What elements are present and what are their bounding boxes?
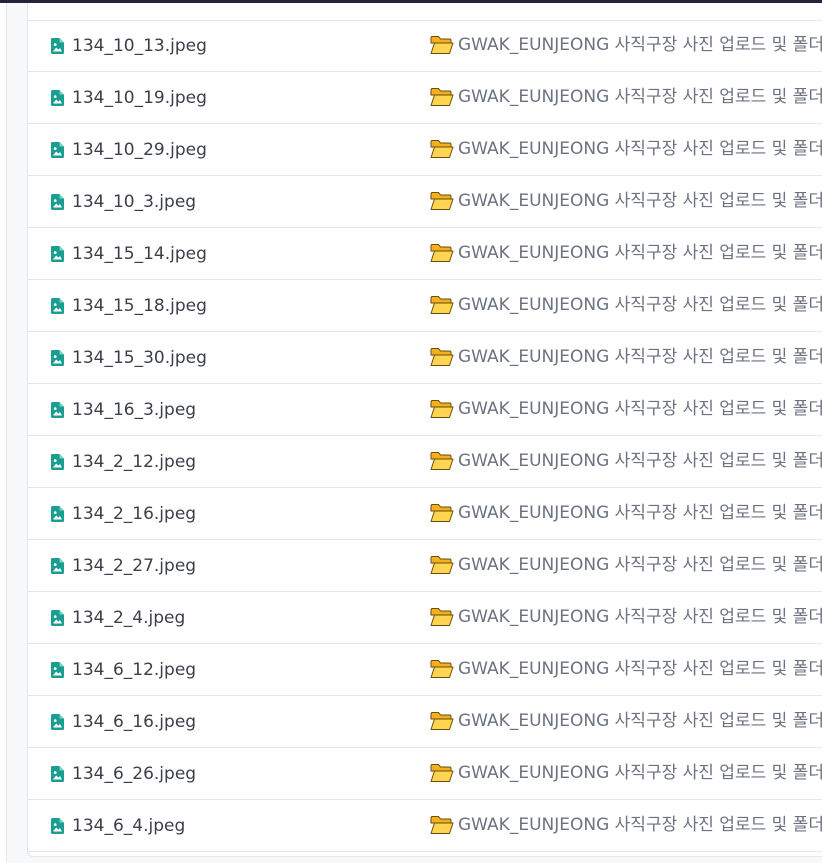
file-row[interactable]: 134_6_4.jpeg GWAK_EUNJEONG 사직구장 사진 업로드 및… bbox=[28, 801, 822, 852]
open-folder-icon bbox=[430, 243, 454, 263]
folder-path-text: GWAK_EUNJEONG 사직구장 사진 업로드 및 폴더 bbox=[458, 503, 822, 523]
folder-path-text: GWAK_EUNJEONG 사직구장 사진 업로드 및 폴더 bbox=[458, 607, 822, 627]
open-folder-icon bbox=[430, 347, 454, 367]
file-row[interactable]: 134_10_3.jpeg GWAK_EUNJEONG 사직구장 사진 업로드 … bbox=[28, 177, 822, 228]
file-row[interactable]: 134_10_13.jpeg GWAK_EUNJEONG 사직구장 사진 업로드… bbox=[28, 21, 822, 72]
file-row[interactable]: 134_15_14.jpeg GWAK_EUNJEONG 사직구장 사진 업로드… bbox=[28, 229, 822, 280]
folder-path-text: GWAK_EUNJEONG 사직구장 사진 업로드 및 폴더 bbox=[458, 347, 822, 367]
open-folder-icon bbox=[430, 815, 454, 835]
image-file-icon bbox=[51, 610, 64, 626]
image-file-icon bbox=[51, 766, 64, 782]
open-folder-icon bbox=[430, 607, 454, 627]
open-folder-icon bbox=[430, 35, 454, 55]
folder-path-text: GWAK_EUNJEONG 사직구장 사진 업로드 및 폴더 bbox=[458, 191, 822, 211]
file-name-link[interactable]: 134_6_12.jpeg bbox=[72, 659, 196, 681]
file-name-link[interactable]: 134_15_18.jpeg bbox=[72, 295, 207, 317]
file-name-link[interactable]: 134_2_12.jpeg bbox=[72, 451, 196, 473]
folder-location[interactable]: GWAK_EUNJEONG 사직구장 사진 업로드 및 폴더 bbox=[430, 138, 822, 160]
file-row[interactable]: 134_6_26.jpeg GWAK_EUNJEONG 사직구장 사진 업로드 … bbox=[28, 749, 822, 800]
folder-path-text: GWAK_EUNJEONG 사직구장 사진 업로드 및 폴더 bbox=[458, 711, 822, 731]
folder-path-text: GWAK_EUNJEONG 사직구장 사진 업로드 및 폴더 bbox=[458, 87, 822, 107]
folder-path-text: GWAK_EUNJEONG 사직구장 사진 업로드 및 폴더 bbox=[458, 451, 822, 471]
file-row[interactable]: 134_16_3.jpeg GWAK_EUNJEONG 사직구장 사진 업로드 … bbox=[28, 385, 822, 436]
file-row[interactable]: 134_6_12.jpeg GWAK_EUNJEONG 사직구장 사진 업로드 … bbox=[28, 645, 822, 696]
file-name-link[interactable]: 134_10_29.jpeg bbox=[72, 139, 207, 161]
image-file-icon bbox=[51, 246, 64, 262]
folder-path-text: GWAK_EUNJEONG 사직구장 사진 업로드 및 폴더 bbox=[458, 399, 822, 419]
image-file-icon bbox=[51, 558, 64, 574]
folder-location[interactable]: GWAK_EUNJEONG 사직구장 사진 업로드 및 폴더 bbox=[430, 606, 822, 628]
file-row[interactable]: 134_10_29.jpeg GWAK_EUNJEONG 사직구장 사진 업로드… bbox=[28, 125, 822, 176]
file-name-link[interactable]: 134_16_3.jpeg bbox=[72, 399, 196, 421]
folder-location[interactable]: GWAK_EUNJEONG 사직구장 사진 업로드 및 폴더 bbox=[430, 398, 822, 420]
image-file-icon bbox=[51, 38, 64, 54]
file-list-table: 134_10_13.jpeg GWAK_EUNJEONG 사직구장 사진 업로드… bbox=[27, 3, 822, 857]
file-name-link[interactable]: 134_6_26.jpeg bbox=[72, 763, 196, 785]
file-name-link[interactable]: 134_6_16.jpeg bbox=[72, 711, 196, 733]
folder-location[interactable]: GWAK_EUNJEONG 사직구장 사진 업로드 및 폴더 bbox=[430, 450, 822, 472]
open-folder-icon bbox=[430, 503, 454, 523]
image-file-icon bbox=[51, 454, 64, 470]
folder-location[interactable]: GWAK_EUNJEONG 사직구장 사진 업로드 및 폴더 bbox=[430, 762, 822, 784]
open-folder-icon bbox=[430, 451, 454, 471]
file-row[interactable]: 134_2_4.jpeg GWAK_EUNJEONG 사직구장 사진 업로드 및… bbox=[28, 593, 822, 644]
folder-location[interactable]: GWAK_EUNJEONG 사직구장 사진 업로드 및 폴더 bbox=[430, 34, 822, 56]
folder-location[interactable]: GWAK_EUNJEONG 사직구장 사진 업로드 및 폴더 bbox=[430, 294, 822, 316]
image-file-icon bbox=[51, 90, 64, 106]
left-sidebar-edge bbox=[0, 3, 7, 863]
folder-path-text: GWAK_EUNJEONG 사직구장 사진 업로드 및 폴더 bbox=[458, 139, 822, 159]
image-file-icon bbox=[51, 194, 64, 210]
file-row[interactable]: 134_2_16.jpeg GWAK_EUNJEONG 사직구장 사진 업로드 … bbox=[28, 489, 822, 540]
folder-location[interactable]: GWAK_EUNJEONG 사직구장 사진 업로드 및 폴더 bbox=[430, 346, 822, 368]
image-file-icon bbox=[51, 662, 64, 678]
file-name-link[interactable]: 134_10_3.jpeg bbox=[72, 191, 196, 213]
folder-path-text: GWAK_EUNJEONG 사직구장 사진 업로드 및 폴더 bbox=[458, 555, 822, 575]
open-folder-icon bbox=[430, 87, 454, 107]
folder-path-text: GWAK_EUNJEONG 사직구장 사진 업로드 및 폴더 bbox=[458, 763, 822, 783]
folder-path-text: GWAK_EUNJEONG 사직구장 사진 업로드 및 폴더 bbox=[458, 243, 822, 263]
folder-location[interactable]: GWAK_EUNJEONG 사직구장 사진 업로드 및 폴더 bbox=[430, 502, 822, 524]
file-name-link[interactable]: 134_2_16.jpeg bbox=[72, 503, 196, 525]
file-name-link[interactable]: 134_15_14.jpeg bbox=[72, 243, 207, 265]
file-name-link[interactable]: 134_2_27.jpeg bbox=[72, 555, 196, 577]
folder-location[interactable]: GWAK_EUNJEONG 사직구장 사진 업로드 및 폴더 bbox=[430, 658, 822, 680]
file-row[interactable]: 134_10_19.jpeg GWAK_EUNJEONG 사직구장 사진 업로드… bbox=[28, 73, 822, 124]
open-folder-icon bbox=[430, 191, 454, 211]
open-folder-icon bbox=[430, 659, 454, 679]
file-row[interactable]: 134_6_16.jpeg GWAK_EUNJEONG 사직구장 사진 업로드 … bbox=[28, 697, 822, 748]
file-row[interactable]: 134_2_12.jpeg GWAK_EUNJEONG 사직구장 사진 업로드 … bbox=[28, 437, 822, 488]
folder-location[interactable]: GWAK_EUNJEONG 사직구장 사진 업로드 및 폴더 bbox=[430, 710, 822, 732]
open-folder-icon bbox=[430, 295, 454, 315]
open-folder-icon bbox=[430, 711, 454, 731]
folder-path-text: GWAK_EUNJEONG 사직구장 사진 업로드 및 폴더 bbox=[458, 659, 822, 679]
image-file-icon bbox=[51, 818, 64, 834]
file-row[interactable]: 134_15_30.jpeg GWAK_EUNJEONG 사직구장 사진 업로드… bbox=[28, 333, 822, 384]
folder-location[interactable]: GWAK_EUNJEONG 사직구장 사진 업로드 및 폴더 bbox=[430, 554, 822, 576]
open-folder-icon bbox=[430, 763, 454, 783]
file-name-link[interactable]: 134_10_19.jpeg bbox=[72, 87, 207, 109]
open-folder-icon bbox=[430, 139, 454, 159]
image-file-icon bbox=[51, 506, 64, 522]
file-name-link[interactable]: 134_15_30.jpeg bbox=[72, 347, 207, 369]
folder-location[interactable]: GWAK_EUNJEONG 사직구장 사진 업로드 및 폴더 bbox=[430, 814, 822, 836]
folder-location[interactable]: GWAK_EUNJEONG 사직구장 사진 업로드 및 폴더 bbox=[430, 86, 822, 108]
image-file-icon bbox=[51, 714, 64, 730]
file-name-link[interactable]: 134_6_4.jpeg bbox=[72, 815, 185, 837]
folder-path-text: GWAK_EUNJEONG 사직구장 사진 업로드 및 폴더 bbox=[458, 815, 822, 835]
image-file-icon bbox=[51, 142, 64, 158]
folder-path-text: GWAK_EUNJEONG 사직구장 사진 업로드 및 폴더 bbox=[458, 295, 822, 315]
image-file-icon bbox=[51, 350, 64, 366]
open-folder-icon bbox=[430, 399, 454, 419]
folder-path-text: GWAK_EUNJEONG 사직구장 사진 업로드 및 폴더 bbox=[458, 35, 822, 55]
folder-location[interactable]: GWAK_EUNJEONG 사직구장 사진 업로드 및 폴더 bbox=[430, 242, 822, 264]
open-folder-icon bbox=[430, 555, 454, 575]
file-row[interactable]: 134_15_18.jpeg GWAK_EUNJEONG 사직구장 사진 업로드… bbox=[28, 281, 822, 332]
file-row[interactable]: 134_2_27.jpeg GWAK_EUNJEONG 사직구장 사진 업로드 … bbox=[28, 541, 822, 592]
image-file-icon bbox=[51, 402, 64, 418]
image-file-icon bbox=[51, 298, 64, 314]
folder-location[interactable]: GWAK_EUNJEONG 사직구장 사진 업로드 및 폴더 bbox=[430, 190, 822, 212]
file-name-link[interactable]: 134_2_4.jpeg bbox=[72, 607, 185, 629]
file-name-link[interactable]: 134_10_13.jpeg bbox=[72, 35, 207, 57]
